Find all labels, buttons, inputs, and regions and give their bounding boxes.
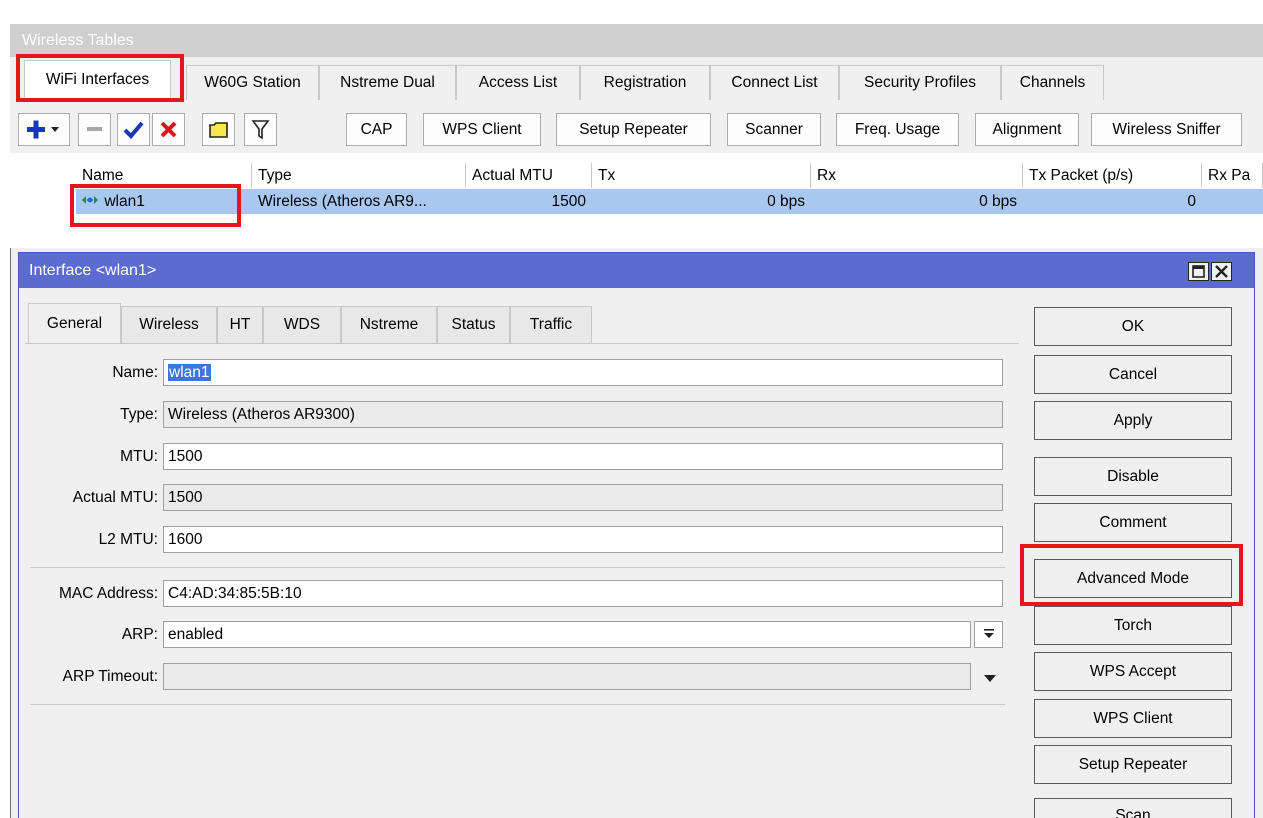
- comment-button[interactable]: [202, 113, 235, 146]
- add-button[interactable]: [18, 113, 70, 146]
- dropdown-arrow-icon: [983, 629, 994, 638]
- row-tx: 0 bps: [592, 189, 811, 214]
- tab-nstreme[interactable]: Nstreme: [341, 306, 437, 343]
- column-header-tx[interactable]: Tx: [592, 163, 811, 188]
- disable-button[interactable]: [152, 113, 185, 146]
- remove-button[interactable]: [78, 113, 111, 146]
- filter-icon: [251, 120, 270, 140]
- add-dropdown-icon: [27, 120, 59, 139]
- mac-address-input[interactable]: C4:AD:34:85:5B:10: [163, 580, 1003, 607]
- tab-connect-list[interactable]: Connect List: [710, 65, 839, 100]
- arp-timeout-expand-button[interactable]: [980, 668, 1000, 688]
- row-rx: 0 bps: [811, 189, 1023, 214]
- mtu-label: MTU:: [120, 448, 158, 465]
- tab-security-profiles[interactable]: Security Profiles: [839, 65, 1001, 100]
- wps-client-button[interactable]: WPS Client: [1034, 699, 1232, 738]
- wps-client-toolbar-button[interactable]: WPS Client: [423, 113, 541, 146]
- enable-button[interactable]: [117, 113, 150, 146]
- disable-button[interactable]: Disable: [1034, 457, 1232, 496]
- highlight-box-wlan1-row: [70, 184, 241, 227]
- arp-label: ARP:: [121, 626, 158, 643]
- tab-wds[interactable]: WDS: [263, 306, 341, 343]
- maximize-button[interactable]: [1188, 262, 1209, 281]
- tab-w60g-station[interactable]: W60G Station: [186, 65, 319, 100]
- row-type: Wireless (Atheros AR9...: [252, 189, 466, 214]
- arp-dropdown-button[interactable]: [974, 621, 1003, 648]
- torch-button[interactable]: Torch: [1034, 606, 1232, 645]
- actual-mtu-label: Actual MTU:: [72, 489, 158, 506]
- row-tx-packet: 0: [1023, 189, 1202, 214]
- arp-timeout-input[interactable]: [163, 663, 971, 690]
- filter-button[interactable]: [244, 113, 277, 146]
- type-field: Wireless (Atheros AR9300): [163, 401, 1003, 428]
- tab-registration[interactable]: Registration: [580, 65, 710, 100]
- row-actual-mtu: 1500: [466, 189, 592, 214]
- column-header-rx[interactable]: Rx: [811, 163, 1023, 188]
- apply-button[interactable]: Apply: [1034, 401, 1232, 440]
- column-header-type[interactable]: Type: [252, 163, 466, 188]
- row-rx-packet: [1202, 189, 1263, 214]
- tab-traffic[interactable]: Traffic: [510, 306, 592, 343]
- setup-repeater-toolbar-button[interactable]: Setup Repeater: [556, 113, 711, 146]
- tab-wireless[interactable]: Wireless: [121, 306, 217, 343]
- freq-usage-button[interactable]: Freq. Usage: [836, 113, 959, 146]
- highlight-box-wifi-interfaces-tab: [16, 54, 184, 102]
- disable-x-icon: [160, 121, 177, 138]
- cancel-button[interactable]: Cancel: [1034, 355, 1232, 394]
- close-button[interactable]: [1211, 262, 1232, 281]
- scanner-button[interactable]: Scanner: [727, 113, 821, 146]
- close-icon: [1215, 265, 1228, 278]
- tab-ht[interactable]: HT: [217, 306, 263, 343]
- tab-status[interactable]: Status: [437, 306, 510, 343]
- cap-button[interactable]: CAP: [346, 113, 407, 146]
- maximize-icon: [1192, 265, 1205, 278]
- tab-access-list[interactable]: Access List: [456, 65, 580, 100]
- tab-general[interactable]: General: [28, 303, 121, 344]
- mac-address-label: MAC Address:: [58, 585, 158, 602]
- name-label: Name:: [112, 364, 158, 381]
- chevron-down-icon: [984, 675, 996, 682]
- setup-repeater-button[interactable]: Setup Repeater: [1034, 745, 1232, 784]
- section-divider-bottom: [30, 704, 1005, 705]
- tab-nstreme-dual[interactable]: Nstreme Dual: [319, 65, 456, 100]
- dialog-title: Interface <wlan1>: [19, 253, 1254, 288]
- wireless-sniffer-button[interactable]: Wireless Sniffer: [1091, 113, 1242, 146]
- window-title: Wireless Tables: [10, 24, 1263, 57]
- column-header-rx-packet[interactable]: Rx Pa: [1202, 163, 1263, 188]
- scan-button[interactable]: Scan: [1034, 798, 1232, 818]
- column-header-actual-mtu[interactable]: Actual MTU: [466, 163, 592, 188]
- arp-select[interactable]: enabled: [163, 621, 971, 648]
- mtu-input[interactable]: 1500: [163, 443, 1003, 470]
- comment-button[interactable]: Comment: [1034, 503, 1232, 542]
- name-input[interactable]: wlan1: [163, 359, 1003, 386]
- column-header-tx-packet[interactable]: Tx Packet (p/s): [1023, 163, 1202, 188]
- section-divider: [30, 567, 1005, 568]
- type-label: Type:: [120, 406, 158, 423]
- arp-timeout-label: ARP Timeout:: [62, 668, 158, 685]
- wps-accept-button[interactable]: WPS Accept: [1034, 652, 1232, 691]
- highlight-box-advanced-mode: [1020, 544, 1243, 606]
- l2-mtu-input[interactable]: 1600: [163, 526, 1003, 553]
- tab-channels[interactable]: Channels: [1001, 65, 1104, 100]
- remove-icon: [87, 127, 102, 131]
- alignment-button[interactable]: Alignment: [975, 113, 1079, 146]
- enable-check-icon: [123, 121, 144, 139]
- ok-button[interactable]: OK: [1034, 307, 1232, 346]
- l2-mtu-label: L2 MTU:: [98, 531, 158, 548]
- comment-icon: [209, 122, 228, 138]
- actual-mtu-field: 1500: [163, 484, 1003, 511]
